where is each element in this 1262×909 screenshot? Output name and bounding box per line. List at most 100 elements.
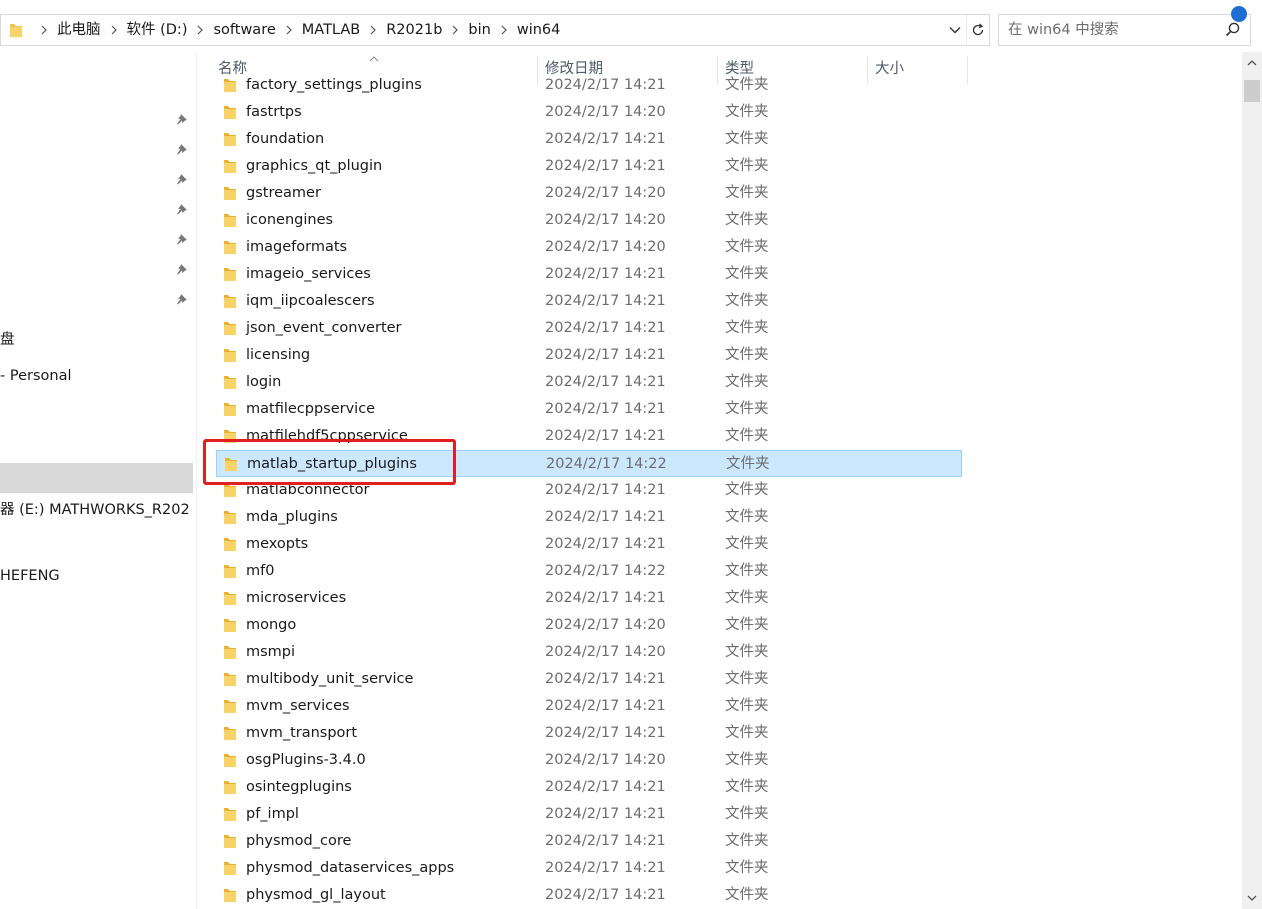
file-row[interactable]: osintegplugins 2024/2/17 14:21 文件夹	[216, 774, 962, 801]
breadcrumb-item[interactable]: 此电脑	[53, 15, 105, 45]
chevron-down-icon[interactable]	[944, 15, 966, 45]
file-name[interactable]: matlab_startup_plugins	[247, 451, 417, 478]
file-name[interactable]: microservices	[246, 585, 346, 612]
file-name[interactable]: mvm_services	[246, 693, 350, 720]
file-row[interactable]: pf_impl 2024/2/17 14:21 文件夹	[216, 801, 962, 828]
file-name[interactable]: factory_settings_plugins	[246, 72, 422, 99]
file-row[interactable]: multibody_unit_service 2024/2/17 14:21 文件夹	[216, 666, 962, 693]
file-row[interactable]: mda_plugins 2024/2/17 14:21 文件夹	[216, 504, 962, 531]
file-name[interactable]: msmpi	[246, 639, 295, 666]
scroll-up-icon[interactable]	[1242, 52, 1262, 74]
file-row[interactable]: matfilehdf5cppservice 2024/2/17 14:21 文件夹	[216, 423, 962, 450]
chevron-right-icon[interactable]	[35, 15, 53, 45]
file-row[interactable]: imageio_services 2024/2/17 14:21 文件夹	[216, 261, 962, 288]
breadcrumb-item[interactable]: R2021b	[382, 15, 446, 45]
refresh-icon[interactable]	[966, 15, 988, 45]
scroll-thumb[interactable]	[1244, 80, 1260, 102]
file-type: 文件夹	[726, 456, 770, 472]
file-row[interactable]: matfilecppservice 2024/2/17 14:21 文件夹	[216, 396, 962, 423]
file-name[interactable]: matfilecppservice	[246, 396, 375, 423]
file-name[interactable]: mf0	[246, 558, 274, 585]
file-name[interactable]: iqm_iipcoalescers	[246, 288, 375, 315]
file-name[interactable]: multibody_unit_service	[246, 666, 413, 693]
pin-icon[interactable]	[174, 261, 190, 277]
file-name[interactable]: fastrtps	[246, 99, 302, 126]
vertical-scrollbar[interactable]	[1242, 52, 1262, 909]
file-row[interactable]: mf0 2024/2/17 14:22 文件夹	[216, 558, 962, 585]
file-name[interactable]: licensing	[246, 342, 310, 369]
nav-item-onedrive[interactable]: - Personal	[0, 368, 71, 384]
nav-item-dvd-drive[interactable]: 器 (E:) MATHWORKS_R202	[0, 498, 190, 519]
breadcrumb-item[interactable]: bin	[464, 15, 494, 45]
search-icon[interactable]	[1225, 22, 1240, 41]
pin-icon[interactable]	[174, 231, 190, 247]
file-row[interactable]: graphics_qt_plugin 2024/2/17 14:21 文件夹	[216, 153, 962, 180]
file-name[interactable]: mongo	[246, 612, 296, 639]
file-row[interactable]: microservices 2024/2/17 14:21 文件夹	[216, 585, 962, 612]
file-name[interactable]: physmod_core	[246, 828, 351, 855]
file-row[interactable]: licensing 2024/2/17 14:21 文件夹	[216, 342, 962, 369]
file-name[interactable]: gstreamer	[246, 180, 321, 207]
nav-item-selected[interactable]	[0, 463, 193, 493]
file-name[interactable]: graphics_qt_plugin	[246, 153, 382, 180]
file-name[interactable]: mexopts	[246, 531, 308, 558]
file-name[interactable]: mvm_transport	[246, 720, 357, 747]
file-row[interactable]: gstreamer 2024/2/17 14:20 文件夹	[216, 180, 962, 207]
file-row[interactable]: factory_settings_plugins 2024/2/17 14:21 文…	[216, 72, 962, 99]
file-row[interactable]: imageformats 2024/2/17 14:20 文件夹	[216, 234, 962, 261]
file-name[interactable]: iconengines	[246, 207, 333, 234]
file-row[interactable]: osgPlugins-3.4.0 2024/2/17 14:20 文件夹	[216, 747, 962, 774]
breadcrumb-item[interactable]: 软件 (D:)	[123, 15, 192, 45]
file-name[interactable]: imageio_services	[246, 261, 371, 288]
file-name[interactable]: mda_plugins	[246, 504, 338, 531]
file-row[interactable]: physmod_dataservices_apps 2024/2/17 14:21…	[216, 855, 962, 882]
chevron-right-icon[interactable]	[495, 15, 513, 45]
file-row[interactable]: iconengines 2024/2/17 14:20 文件夹	[216, 207, 962, 234]
breadcrumb-item[interactable]: MATLAB	[298, 15, 364, 45]
address-bar[interactable]: 此电脑 软件 (D:) software MATLAB R2021b bin w…	[0, 14, 990, 46]
file-row[interactable]: mongo 2024/2/17 14:20 文件夹	[216, 612, 962, 639]
file-name[interactable]: json_event_converter	[246, 315, 402, 342]
file-name[interactable]: matlabconnector	[246, 477, 369, 504]
file-name[interactable]: pf_impl	[246, 801, 299, 828]
file-row[interactable]: mvm_transport 2024/2/17 14:21 文件夹	[216, 720, 962, 747]
file-name[interactable]: osintegplugins	[246, 774, 352, 801]
nav-item-drive[interactable]: 盘	[0, 328, 15, 349]
chevron-right-icon[interactable]	[364, 15, 382, 45]
chevron-right-icon[interactable]	[191, 15, 209, 45]
file-name[interactable]: login	[246, 369, 281, 396]
file-row[interactable]: mvm_services 2024/2/17 14:21 文件夹	[216, 693, 962, 720]
search-input[interactable]: 在 win64 中搜索	[998, 6, 1251, 46]
file-row[interactable]: fastrtps 2024/2/17 14:20 文件夹	[216, 99, 962, 126]
file-name[interactable]: physmod_gl_layout	[246, 882, 386, 909]
nav-item-network[interactable]: HEFENG	[0, 568, 60, 584]
file-row-selected[interactable]: matlab_startup_plugins 2024/2/17 14:22 文件夹	[216, 450, 962, 477]
file-row[interactable]: mexopts 2024/2/17 14:21 文件夹	[216, 531, 962, 558]
chevron-right-icon[interactable]	[446, 15, 464, 45]
file-name[interactable]: osgPlugins-3.4.0	[246, 747, 366, 774]
pin-icon[interactable]	[174, 171, 190, 187]
file-row[interactable]: physmod_core 2024/2/17 14:21 文件夹	[216, 828, 962, 855]
file-name[interactable]: foundation	[246, 126, 324, 153]
pin-icon[interactable]	[174, 141, 190, 157]
pin-icon[interactable]	[174, 291, 190, 307]
file-name[interactable]: imageformats	[246, 234, 347, 261]
file-row[interactable]: login 2024/2/17 14:21 文件夹	[216, 369, 962, 396]
pin-icon[interactable]	[174, 201, 190, 217]
file-name[interactable]: matfilehdf5cppservice	[246, 423, 408, 450]
file-row[interactable]: physmod_gl_layout 2024/2/17 14:21 文件夹	[216, 882, 962, 909]
file-name[interactable]: physmod_dataservices_apps	[246, 855, 454, 882]
pin-icon[interactable]	[174, 111, 190, 127]
breadcrumb-item[interactable]: software	[209, 15, 279, 45]
pane-divider[interactable]	[196, 52, 197, 909]
chevron-right-icon[interactable]	[105, 15, 123, 45]
chevron-right-icon[interactable]	[280, 15, 298, 45]
file-row[interactable]: foundation 2024/2/17 14:21 文件夹	[216, 126, 962, 153]
file-row[interactable]: msmpi 2024/2/17 14:20 文件夹	[216, 639, 962, 666]
file-row[interactable]: iqm_iipcoalescers 2024/2/17 14:21 文件夹	[216, 288, 962, 315]
help-icon[interactable]	[1231, 6, 1247, 22]
scroll-down-icon[interactable]	[1242, 887, 1262, 909]
file-row[interactable]: matlabconnector 2024/2/17 14:21 文件夹	[216, 477, 962, 504]
breadcrumb-item[interactable]: win64	[513, 15, 565, 45]
file-row[interactable]: json_event_converter 2024/2/17 14:21 文件夹	[216, 315, 962, 342]
